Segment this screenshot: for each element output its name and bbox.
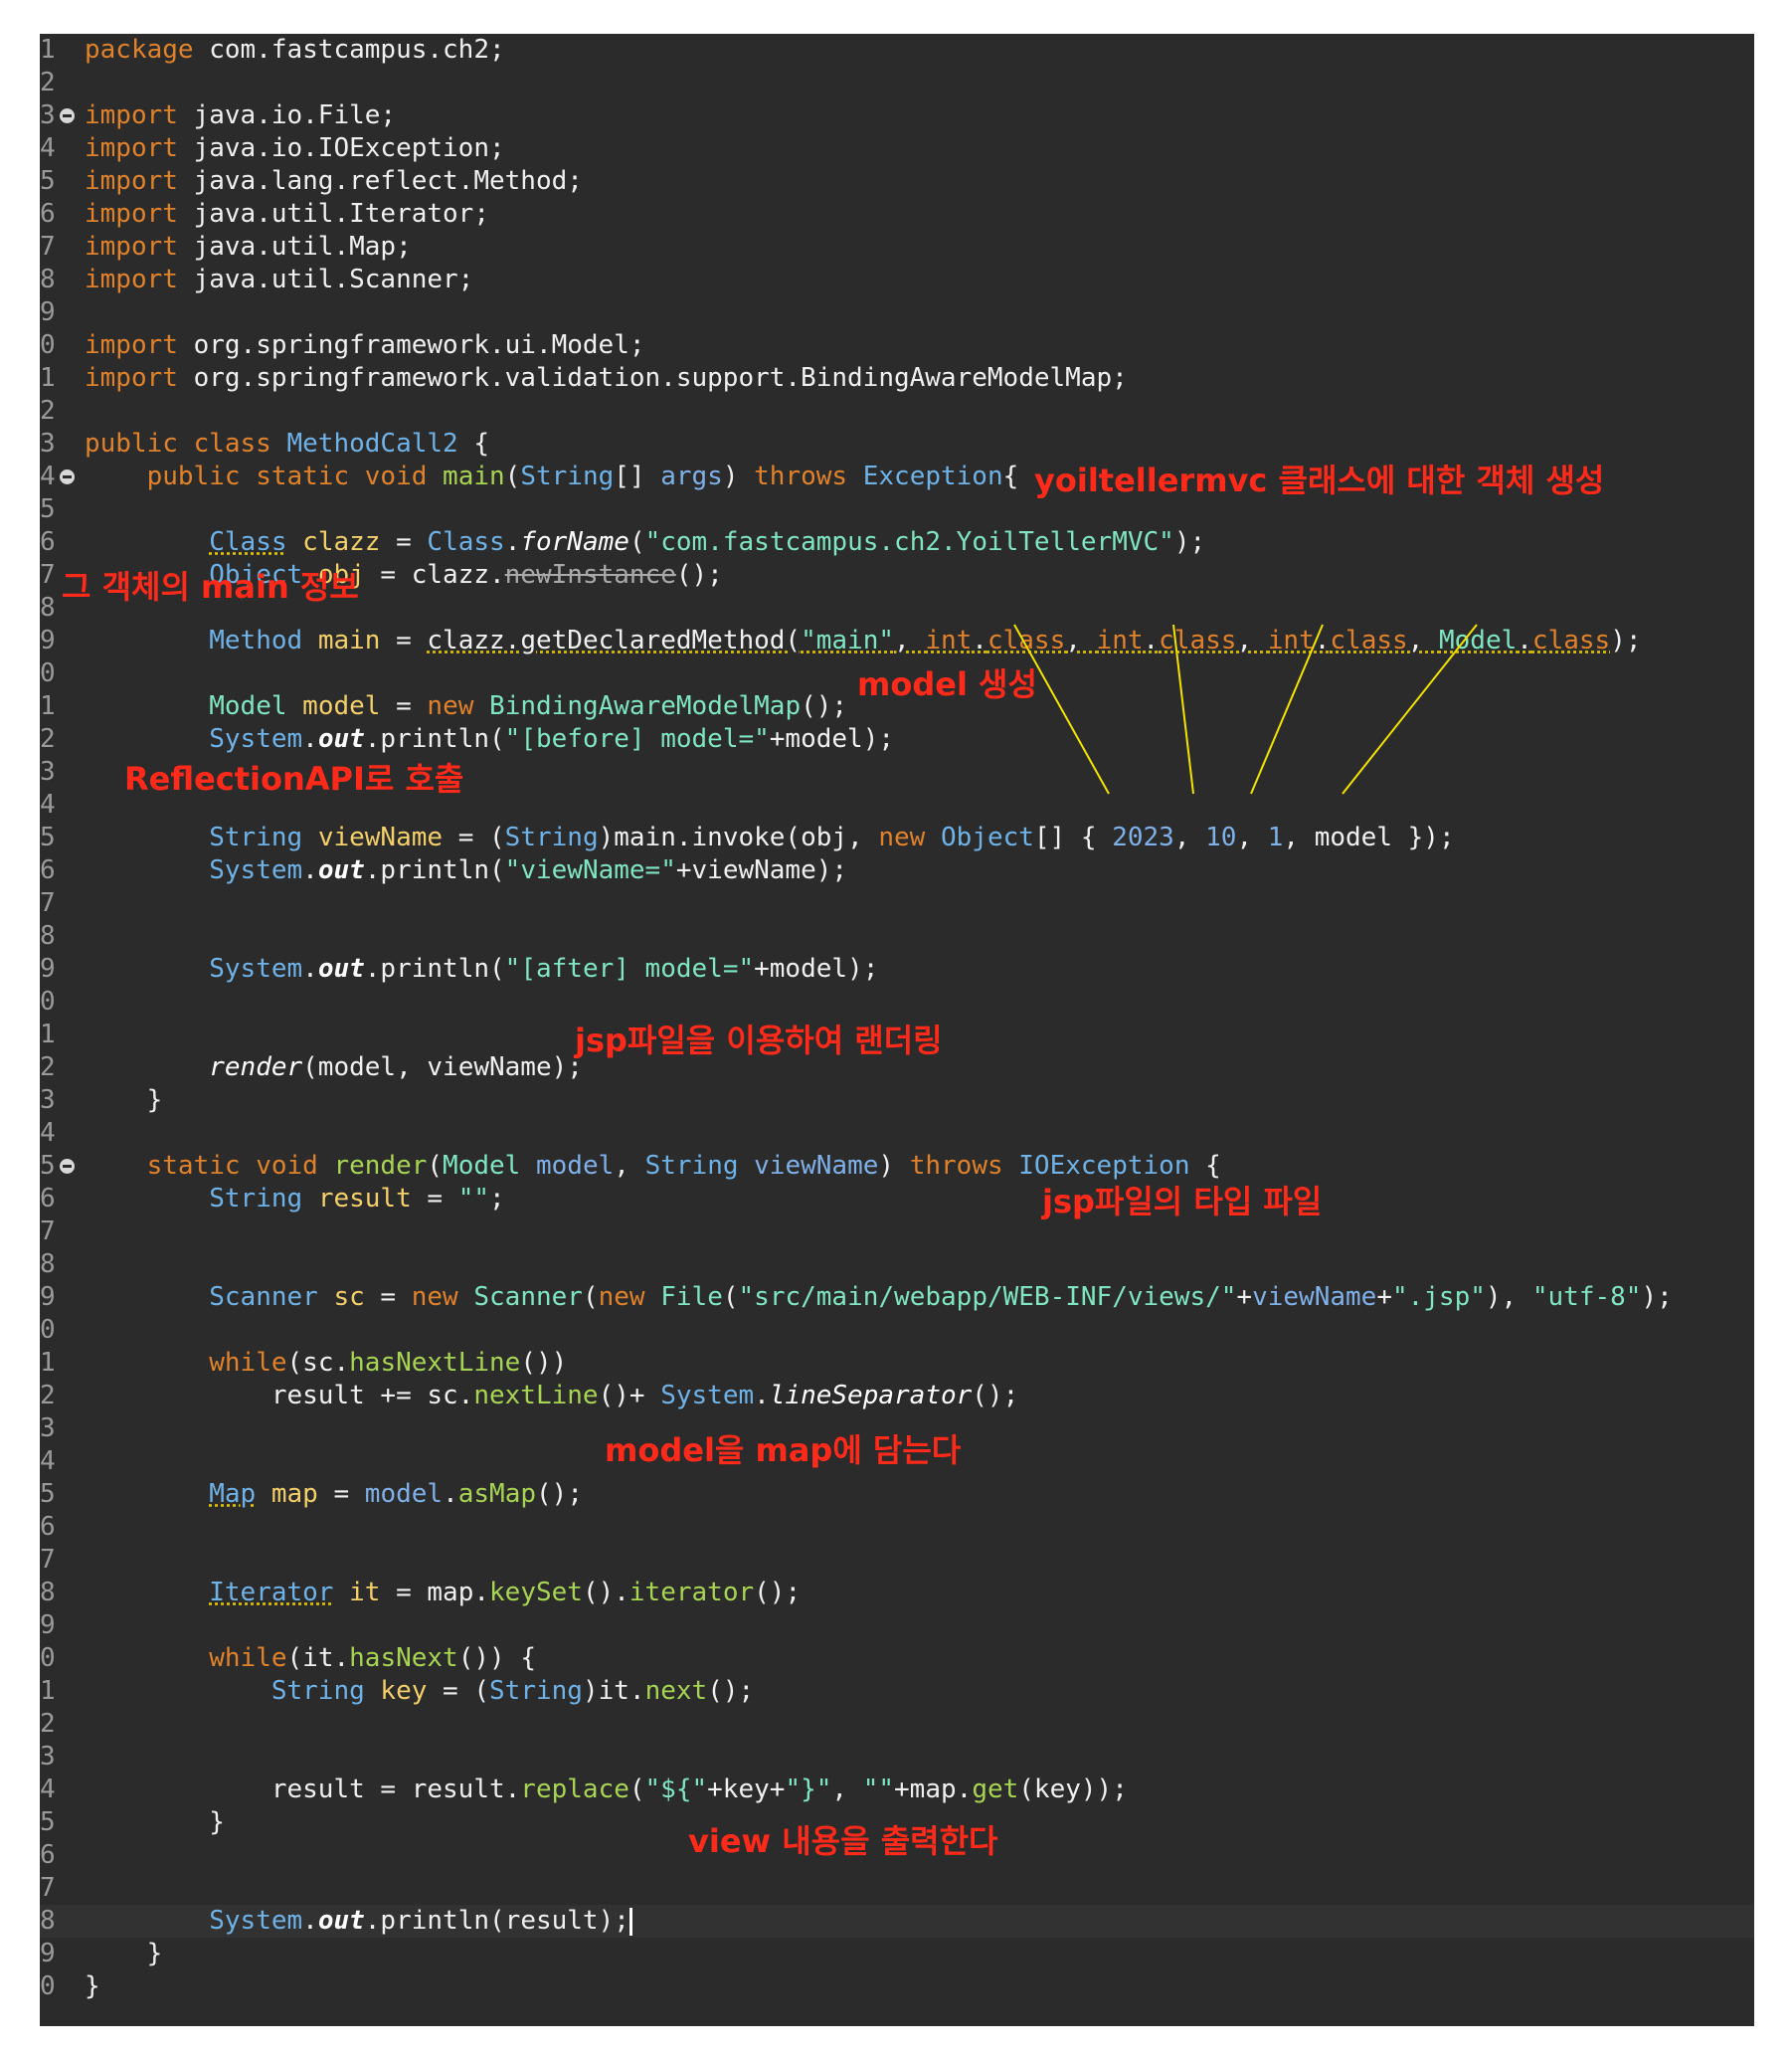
leader-line-day <box>1250 624 1324 795</box>
code-editor[interactable]: 1 package com.fastcampus.ch2; 2 3 import jav… <box>40 34 1754 2026</box>
annotation-reflection-call: ReflectionAPI로 호출 <box>124 760 464 798</box>
annotation-object-creation: yoiltellermvc 클래스에 대한 객체 생성 <box>1034 462 1605 499</box>
annotation-model-to-map: model을 map에 담는다 <box>605 1431 962 1469</box>
leader-line-month <box>1172 624 1194 795</box>
leader-line-year <box>1013 624 1110 795</box>
annotation-jsp-render: jsp파일을 이용하여 랜더링 <box>575 1022 943 1059</box>
leader-line-model <box>1342 624 1478 795</box>
annotation-print-view: view 내용을 출력한다 <box>688 1822 998 1860</box>
annotation-jsp-file-type: jsp파일의 타입 파일 <box>1042 1183 1323 1220</box>
annotation-model-create: model 생성 <box>857 665 1037 703</box>
annotation-main-info: 그 객체의 main 정보 <box>62 568 359 606</box>
